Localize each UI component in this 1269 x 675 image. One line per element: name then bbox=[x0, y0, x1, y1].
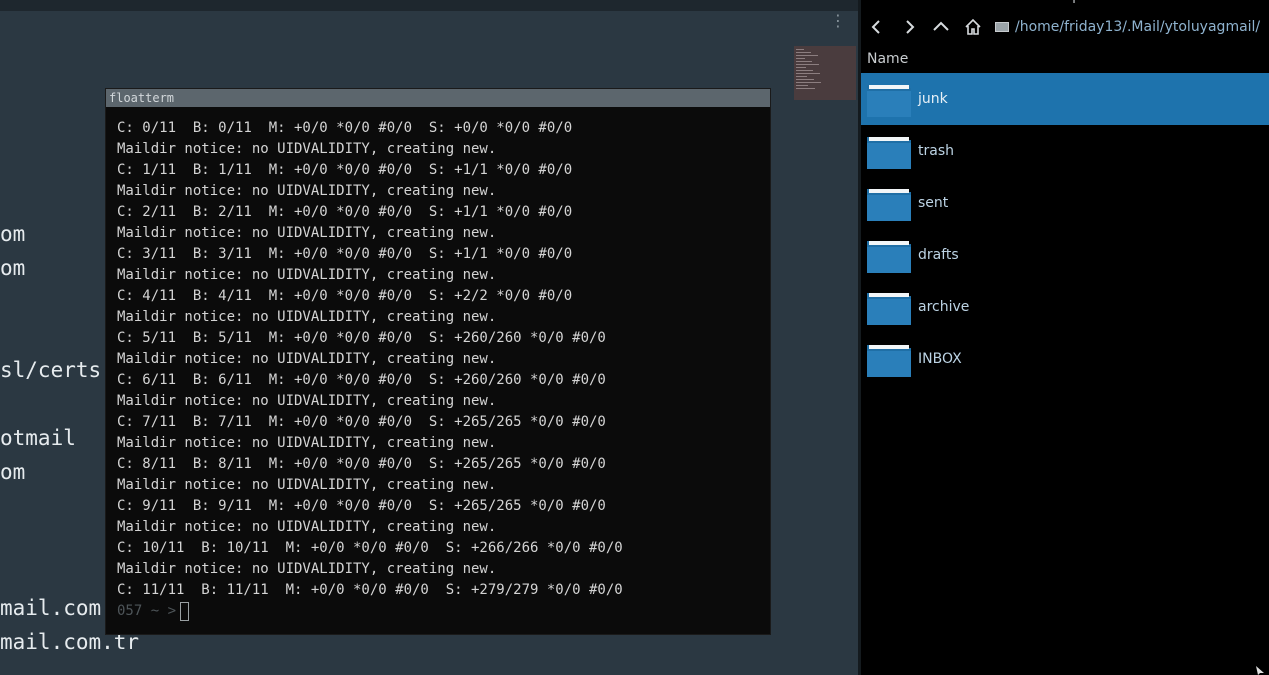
terminal-line: Maildir notice: no UIDVALIDITY, creating… bbox=[117, 435, 497, 451]
menu-item-file[interactable]: File bbox=[867, 0, 889, 5]
minimap-line bbox=[796, 82, 821, 83]
minimap-line bbox=[796, 58, 805, 59]
folder-item-trash[interactable]: trash bbox=[861, 125, 1269, 177]
terminal-line: C: 10/11 B: 10/11 M: +0/0 *0/0 #0/0 S: +… bbox=[117, 540, 623, 556]
folder-icon bbox=[867, 137, 911, 169]
terminal-line: Maildir notice: no UIDVALIDITY, creating… bbox=[117, 267, 497, 283]
editor-top-bar bbox=[0, 0, 858, 11]
terminal-line: Maildir notice: no UIDVALIDITY, creating… bbox=[117, 309, 497, 325]
folder-icon bbox=[867, 293, 911, 325]
folder-icon bbox=[867, 189, 911, 221]
folder-icon bbox=[867, 241, 911, 273]
folder-item-sent[interactable]: sent bbox=[861, 177, 1269, 229]
terminal-line: Maildir notice: no UIDVALIDITY, creating… bbox=[117, 561, 497, 577]
path-text: /home/friday13/.Mail/ytoluyagmail/ bbox=[1015, 19, 1261, 35]
minimap-line bbox=[796, 70, 813, 71]
folder-item-archive[interactable]: archive bbox=[861, 281, 1269, 333]
editor-line: otmail bbox=[0, 426, 76, 450]
forward-icon bbox=[906, 20, 915, 34]
editor-line: om bbox=[0, 256, 26, 280]
back-button[interactable] bbox=[861, 12, 893, 42]
menu-item-help[interactable]: Help bbox=[1051, 0, 1081, 5]
drive-icon bbox=[995, 22, 1009, 32]
terminal-cursor bbox=[180, 602, 190, 621]
home-icon bbox=[965, 18, 981, 35]
mouse-cursor-icon bbox=[1256, 666, 1264, 675]
home-button[interactable] bbox=[957, 12, 989, 42]
folder-item-junk[interactable]: junk bbox=[861, 73, 1269, 125]
terminal-line: C: 3/11 B: 3/11 M: +0/0 *0/0 #0/0 S: +1/… bbox=[117, 246, 573, 262]
editor-line: mail.com bbox=[0, 596, 102, 620]
minimap-line bbox=[796, 73, 820, 74]
menu-bar: File Edit View Go Help bbox=[867, 0, 1080, 5]
terminal-line: Maildir notice: no UIDVALIDITY, creating… bbox=[117, 225, 497, 241]
forward-button[interactable] bbox=[893, 12, 925, 42]
folder-item-inbox[interactable]: INBOX bbox=[861, 333, 1269, 385]
name-column-header[interactable]: Name bbox=[861, 48, 1269, 70]
terminal-line: C: 6/11 B: 6/11 M: +0/0 *0/0 #0/0 S: +26… bbox=[117, 372, 606, 388]
terminal-line: C: 11/11 B: 11/11 M: +0/0 *0/0 #0/0 S: +… bbox=[117, 582, 623, 598]
minimap-line bbox=[796, 67, 806, 68]
folder-list: junk trash sent drafts archive INBOX bbox=[861, 73, 1269, 385]
minimap-line bbox=[796, 79, 814, 80]
prompt-text: 057 ~ > bbox=[117, 603, 177, 619]
folder-name: junk bbox=[918, 91, 948, 107]
folder-icon bbox=[867, 345, 911, 377]
terminal-line: C: 8/11 B: 8/11 M: +0/0 *0/0 #0/0 S: +26… bbox=[117, 456, 606, 472]
terminal-line: C: 5/11 B: 5/11 M: +0/0 *0/0 #0/0 S: +26… bbox=[117, 330, 606, 346]
terminal-line: Maildir notice: no UIDVALIDITY, creating… bbox=[117, 519, 497, 535]
editor-line: om bbox=[0, 460, 26, 484]
editor-line: om bbox=[0, 222, 26, 246]
more-options-icon[interactable]: ⋮ bbox=[830, 13, 846, 40]
minimap-line bbox=[796, 76, 807, 77]
location-path[interactable]: /home/friday13/.Mail/ytoluyagmail/ bbox=[995, 19, 1260, 35]
terminal-line: C: 0/11 B: 0/11 M: +0/0 *0/0 #0/0 S: +0/… bbox=[117, 120, 573, 136]
editor-line: sl/certs bbox=[0, 358, 102, 382]
folder-name: trash bbox=[918, 143, 954, 159]
minimap-line bbox=[796, 55, 818, 56]
minimap-line bbox=[796, 85, 808, 86]
navigation-toolbar: /home/friday13/.Mail/ytoluyagmail/ bbox=[861, 12, 1269, 42]
terminal-line: Maildir notice: no UIDVALIDITY, creating… bbox=[117, 393, 497, 409]
terminal-line: C: 2/11 B: 2/11 M: +0/0 *0/0 #0/0 S: +1/… bbox=[117, 204, 573, 220]
shell-prompt[interactable]: 057 ~ > bbox=[117, 601, 623, 622]
terminal-line: C: 9/11 B: 9/11 M: +0/0 *0/0 #0/0 S: +26… bbox=[117, 498, 606, 514]
folder-name: INBOX bbox=[918, 351, 962, 367]
terminal-output: C: 0/11 B: 0/11 M: +0/0 *0/0 #0/0 S: +0/… bbox=[117, 118, 623, 622]
menu-item-go[interactable]: Go bbox=[1011, 0, 1029, 5]
terminal-line: Maildir notice: no UIDVALIDITY, creating… bbox=[117, 351, 497, 367]
floatterm-window[interactable]: floatterm C: 0/11 B: 0/11 M: +0/0 *0/0 #… bbox=[106, 89, 770, 634]
terminal-line: Maildir notice: no UIDVALIDITY, creating… bbox=[117, 183, 497, 199]
menu-item-edit[interactable]: Edit bbox=[911, 0, 936, 5]
folder-name: drafts bbox=[918, 247, 959, 263]
minimap[interactable] bbox=[794, 46, 856, 100]
folder-icon bbox=[867, 85, 911, 117]
folder-name: archive bbox=[918, 299, 970, 315]
minimap-line bbox=[796, 64, 819, 65]
minimap-line bbox=[796, 52, 811, 53]
back-icon bbox=[871, 20, 880, 34]
folder-item-drafts[interactable]: drafts bbox=[861, 229, 1269, 281]
terminal-line: Maildir notice: no UIDVALIDITY, creating… bbox=[117, 141, 497, 157]
terminal-line: C: 7/11 B: 7/11 M: +0/0 *0/0 #0/0 S: +26… bbox=[117, 414, 606, 430]
folder-name: sent bbox=[918, 195, 949, 211]
minimap-line bbox=[796, 88, 815, 89]
up-button[interactable] bbox=[925, 12, 957, 42]
minimap-line bbox=[796, 49, 804, 50]
minimap-line bbox=[796, 61, 812, 62]
floatterm-title: floatterm bbox=[106, 89, 770, 107]
terminal-line: C: 4/11 B: 4/11 M: +0/0 *0/0 #0/0 S: +2/… bbox=[117, 288, 573, 304]
menu-item-view[interactable]: View bbox=[958, 0, 989, 5]
terminal-line: Maildir notice: no UIDVALIDITY, creating… bbox=[117, 477, 497, 493]
up-icon bbox=[933, 21, 949, 31]
file-manager: File Edit View Go Help /home/friday13/.Mail/… bbox=[861, 0, 1269, 675]
terminal-line: C: 1/11 B: 1/11 M: +0/0 *0/0 #0/0 S: +1/… bbox=[117, 162, 573, 178]
